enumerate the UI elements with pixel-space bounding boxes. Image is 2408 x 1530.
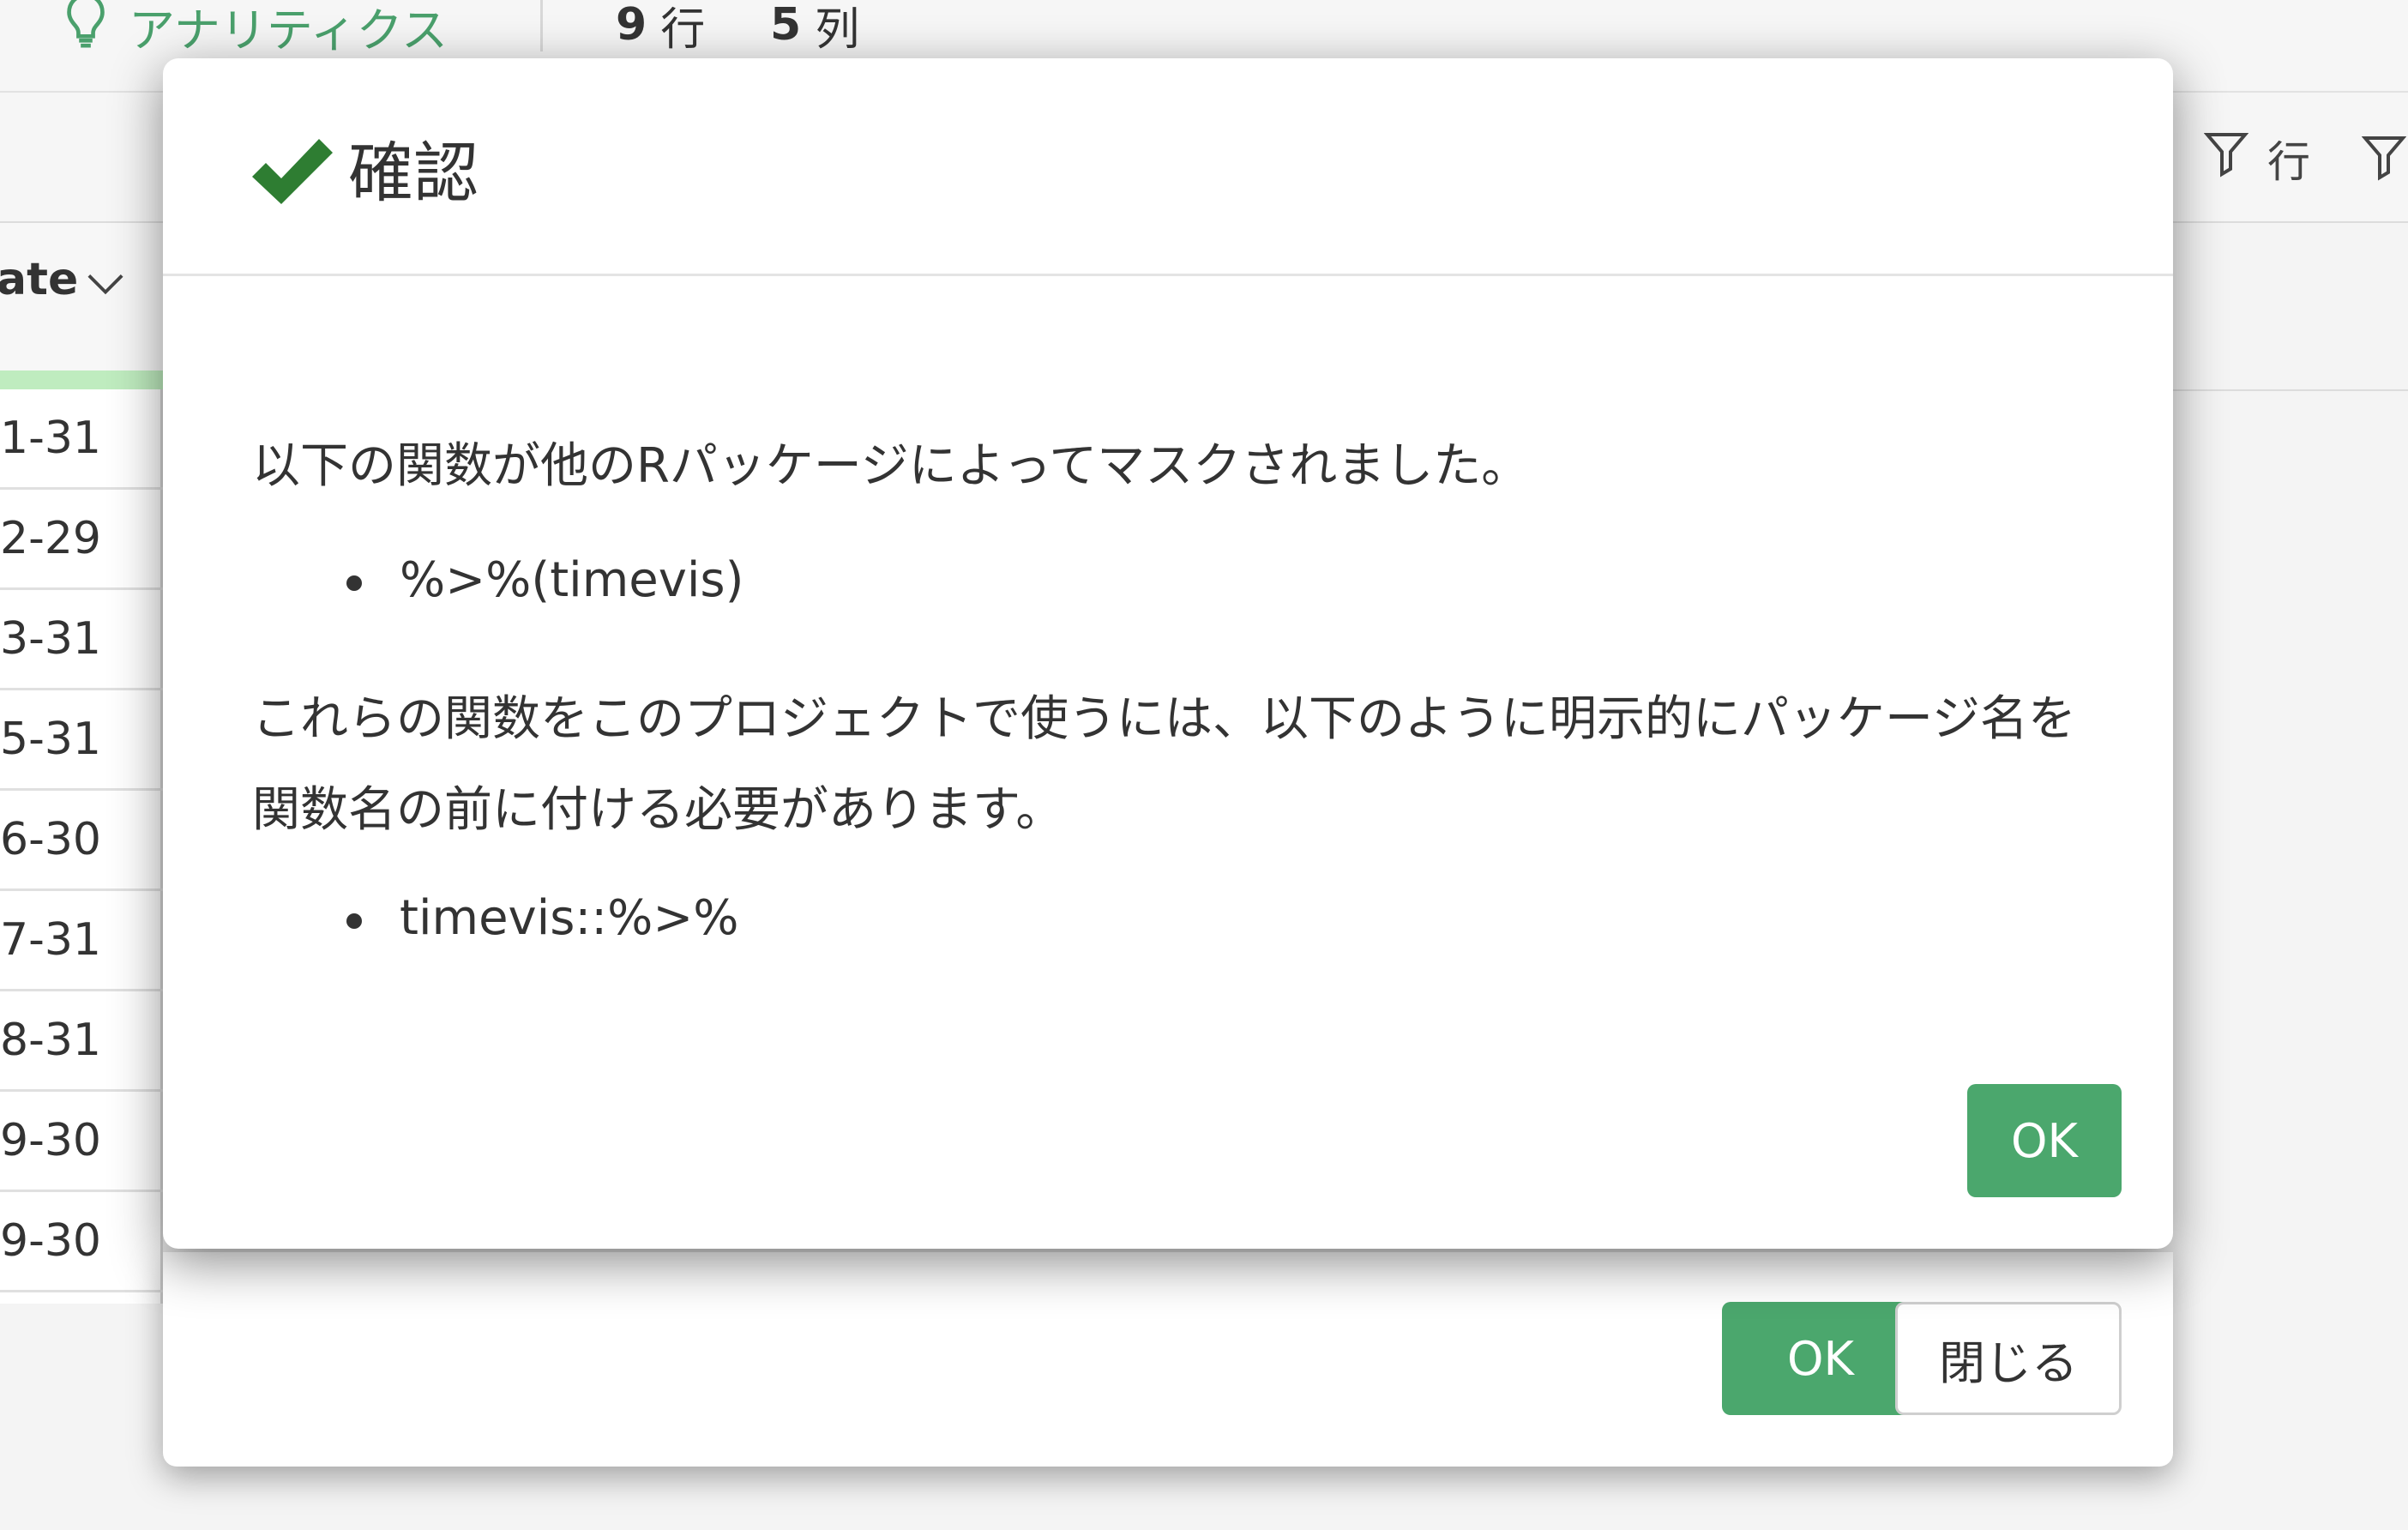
row-count: 9 行 (616, 0, 706, 56)
filter-row-button[interactable]: 行 (2203, 129, 2310, 189)
filter-column-button[interactable] (2361, 129, 2407, 189)
analytics-tab[interactable]: アナリティクス (58, 0, 448, 58)
bullet-icon (346, 575, 362, 591)
data-grid: ate 1-31 2-29 3-31 5-31 6-30 7-31 8-31 9… (0, 223, 163, 1304)
table-row: 6-30 (0, 791, 163, 891)
filter-icon (2361, 133, 2407, 184)
table-row: 9-30 (0, 1192, 163, 1292)
list-item: timevis::%>% (346, 890, 738, 946)
grid-rows: 1-31 2-29 3-31 5-31 6-30 7-31 8-31 9-30 … (0, 389, 163, 1292)
table-row: 2-29 (0, 490, 163, 590)
top-bar-divider (540, 0, 543, 51)
column-header[interactable]: ate (0, 223, 163, 370)
table-row: 9-30 (0, 1092, 163, 1192)
table-row: 7-31 (0, 891, 163, 991)
bullet-icon (346, 913, 362, 929)
column-quality-bar (0, 370, 163, 389)
masked-message: 以下の関数が他のRパッケージによってマスクされました。 (252, 438, 1530, 494)
filter-row-label: 行 (2267, 137, 2310, 187)
table-row: 3-31 (0, 590, 163, 690)
table-row: 5-31 (0, 690, 163, 791)
table-row: 8-31 (0, 991, 163, 1092)
close-button[interactable]: 閉じる (1895, 1302, 2122, 1415)
confirm-dialog: 確認 以下の関数が他のRパッケージによってマスクされました。 %>%(timev… (163, 58, 2173, 1249)
background-dialog: OK 閉じる (163, 1252, 2173, 1467)
right-panel-area (2170, 223, 2408, 391)
table-row: 1-31 (0, 389, 163, 490)
background-ok-button[interactable]: OK (1722, 1302, 1919, 1415)
row-count-value: 9 (616, 0, 647, 51)
ok-button[interactable]: OK (1967, 1084, 2122, 1197)
masked-function: %>%(timevis) (400, 552, 744, 608)
column-header-label: ate (0, 254, 79, 305)
row-count-unit: 行 (660, 3, 706, 56)
column-count-value: 5 (770, 0, 802, 51)
column-count: 5 列 (770, 0, 860, 56)
instruction-message: これらの関数をこのプロジェクトで使うには、以下のように明示的にパッケージ名を関数… (252, 691, 2076, 838)
column-count-unit: 列 (815, 3, 860, 56)
analytics-tab-label: アナリティクス (129, 3, 448, 57)
qualified-function: timevis::%>% (400, 890, 739, 946)
lightbulb-icon (58, 0, 113, 62)
checkmark-icon (249, 132, 334, 209)
filter-icon (2203, 130, 2249, 188)
dialog-title: 確認 (348, 135, 479, 211)
list-item: %>%(timevis) (346, 552, 743, 608)
dialog-header: 確認 (163, 58, 2173, 276)
